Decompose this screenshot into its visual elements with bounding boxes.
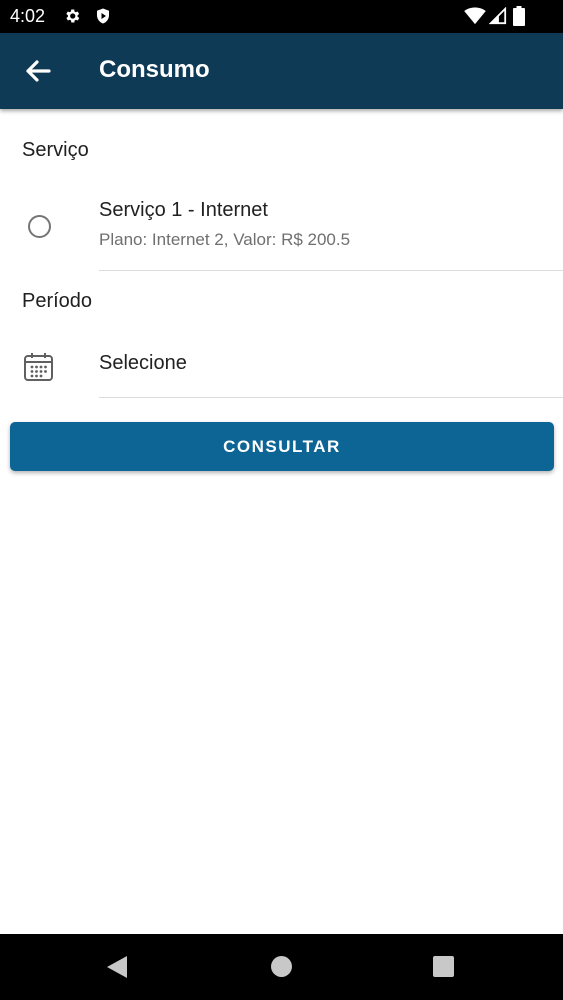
- service-title: Serviço 1 - Internet: [99, 199, 268, 221]
- app-bar: Consumo: [0, 33, 563, 109]
- battery-icon: [513, 6, 525, 26]
- service-subtitle: Plano: Internet 2, Valor: R$ 200.5: [99, 230, 351, 249]
- consultar-button[interactable]: CONSULTAR: [10, 422, 554, 471]
- home-circle-icon[interactable]: [271, 956, 292, 977]
- shield-icon: [97, 8, 109, 24]
- service-divider: [99, 270, 563, 271]
- status-bar: 4:02: [0, 0, 563, 33]
- page-title: Consumo: [99, 56, 210, 83]
- back-arrow-icon[interactable]: [18, 53, 58, 89]
- period-section-label: Período: [22, 290, 93, 312]
- period-select[interactable]: Selecione: [99, 352, 187, 375]
- signal-icon: [489, 7, 507, 25]
- service-radio-button[interactable]: [28, 215, 51, 238]
- back-triangle-icon[interactable]: [106, 955, 128, 979]
- status-time: 4:02: [10, 6, 46, 26]
- calendar-icon[interactable]: [23, 352, 54, 382]
- period-divider: [99, 397, 563, 398]
- gear-icon: [66, 9, 80, 23]
- service-section-label: Serviço: [22, 139, 89, 161]
- wifi-icon: [464, 7, 486, 25]
- recents-square-icon[interactable]: [433, 956, 454, 977]
